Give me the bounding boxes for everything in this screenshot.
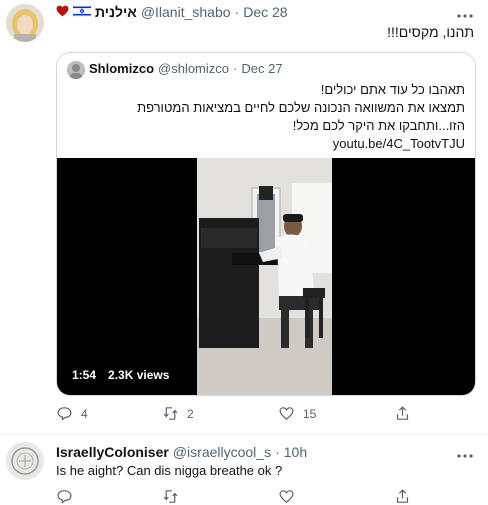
- retweet-count: 2: [187, 406, 194, 421]
- quoted-link[interactable]: youtu.be/4C_TootvTJU: [65, 135, 465, 153]
- quoted-text: תאהבו כל עוד אתם יכולים! תמצאו את המשווא…: [65, 81, 465, 153]
- tweet-date[interactable]: Dec 28: [243, 4, 287, 20]
- separator: ·: [233, 61, 238, 76]
- retweet-button[interactable]: 2: [162, 405, 194, 422]
- reply-avatar[interactable]: [6, 442, 44, 480]
- reply-reply-button[interactable]: [56, 488, 73, 505]
- retweet-icon: [163, 407, 178, 420]
- quoted-date[interactable]: Dec 27: [241, 61, 282, 76]
- like-count: 15: [303, 406, 317, 421]
- reply-share-button[interactable]: [394, 488, 411, 505]
- share-button[interactable]: [394, 405, 411, 422]
- video-overlay-labels: 1:54 2.3K views: [66, 365, 175, 385]
- reply-handle[interactable]: @israellycool_s: [173, 444, 271, 460]
- reply-retweet-button[interactable]: [162, 488, 179, 505]
- quoted-text-line: תמצאו את המשוואה הנכונה שלכם לחיים במציא…: [137, 100, 465, 115]
- separator: ·: [275, 444, 280, 460]
- video-player[interactable]: 1:54 2.3K views: [57, 158, 475, 395]
- reply-icon: [57, 490, 72, 504]
- video-thumbnail: [197, 158, 332, 395]
- reply-like-button[interactable]: [278, 488, 295, 505]
- more-options-icon[interactable]: [456, 8, 474, 18]
- quoted-display-name[interactable]: Shlomizco: [89, 61, 154, 76]
- reply-button[interactable]: 4: [56, 405, 88, 422]
- video-duration: 1:54: [66, 365, 103, 385]
- like-button[interactable]: 15: [278, 405, 316, 422]
- retweet-icon: [163, 490, 178, 503]
- israel-flag-icon: [72, 4, 92, 20]
- display-name[interactable]: אילנית: [95, 4, 137, 20]
- quoted-text-line: תאהבו כל עוד אתם יכולים!: [320, 82, 465, 97]
- share-icon: [396, 489, 409, 503]
- tweet-text: תהנו, מקסים!!!: [387, 24, 474, 40]
- reply-count: 4: [81, 406, 88, 421]
- reply-more-options-icon[interactable]: [456, 448, 474, 458]
- reply-header: IsraellyColoniser @israellycool_s · 10h: [56, 444, 307, 460]
- quoted-tweet[interactable]: Shlomizco @shlomizco · Dec 27 תאהבו כל ע…: [56, 52, 476, 396]
- reply-display-name[interactable]: IsraellyColoniser: [56, 444, 169, 460]
- reply-text: Is he aight? Can dis nigga breathe ok ?: [56, 463, 283, 478]
- reply-time[interactable]: 10h: [284, 444, 307, 460]
- heart-outline-icon: [279, 490, 294, 503]
- divider: [0, 434, 488, 435]
- handle[interactable]: @Ilanit_shabo: [141, 4, 231, 20]
- quoted-handle[interactable]: @shlomizco: [158, 61, 229, 76]
- tweet-header: אילנית @Ilanit_shabo · Dec 28: [56, 4, 288, 20]
- heart-outline-icon: [279, 407, 294, 420]
- quoted-header: Shlomizco @shlomizco · Dec 27: [89, 61, 283, 76]
- separator: ·: [234, 4, 240, 20]
- reply-icon: [57, 407, 72, 421]
- share-icon: [396, 406, 409, 420]
- quoted-text-line: הזו...ותחבקו את היקר לכם מכל!: [292, 118, 465, 133]
- quoted-avatar[interactable]: [67, 61, 85, 79]
- video-views: 2.3K views: [108, 368, 170, 382]
- avatar[interactable]: [6, 4, 44, 42]
- heart-icon: [56, 4, 69, 20]
